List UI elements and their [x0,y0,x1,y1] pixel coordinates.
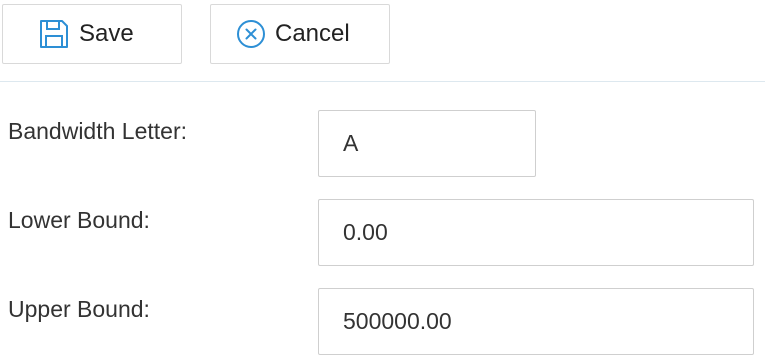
upper-bound-label: Upper Bound: [8,296,150,322]
toolbar: Save Cancel [0,0,765,82]
upper-bound-input[interactable] [318,288,754,355]
cancel-button[interactable]: Cancel [210,4,390,64]
cancel-button-label: Cancel [275,20,350,47]
bandwidth-letter-input[interactable] [318,110,536,177]
floppy-disk-icon [38,18,70,50]
circle-x-icon [235,18,267,50]
save-button[interactable]: Save [2,4,182,64]
lower-bound-input[interactable] [318,199,754,266]
bandwidth-letter-label: Bandwidth Letter: [8,118,188,144]
save-button-label: Save [79,20,134,47]
lower-bound-label: Lower Bound: [8,207,150,233]
